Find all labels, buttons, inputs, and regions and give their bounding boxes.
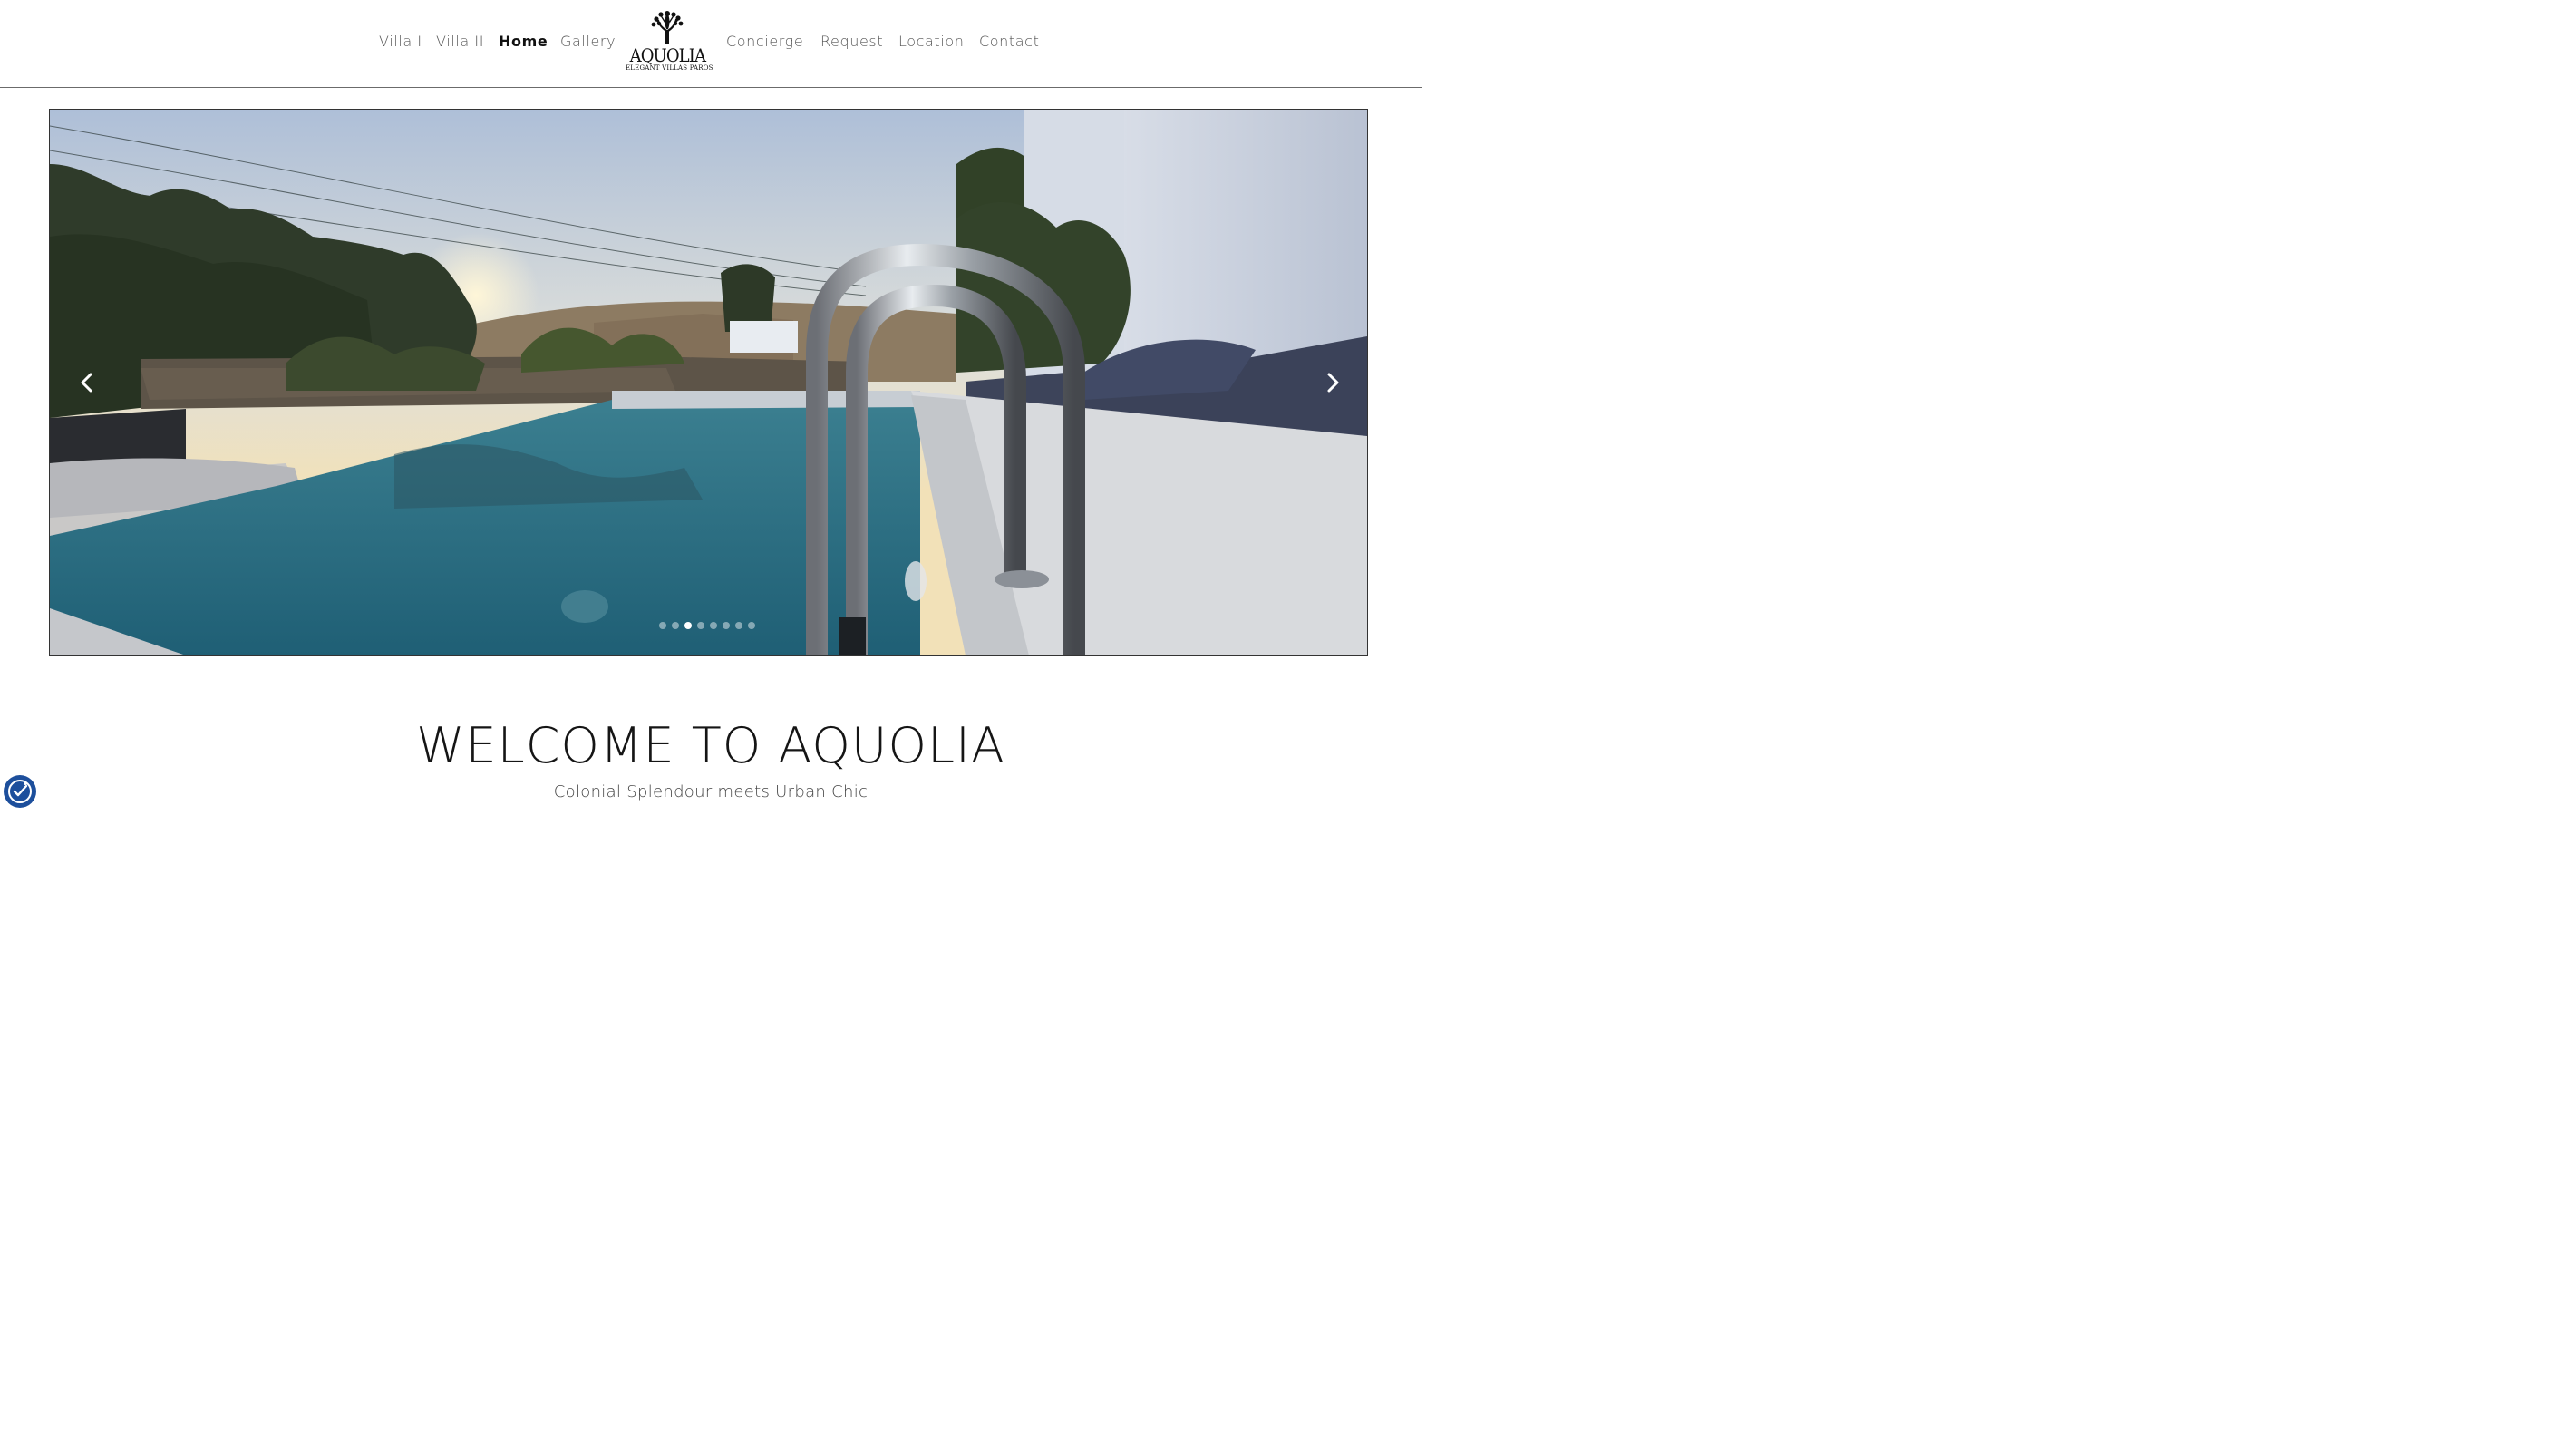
nav-gallery[interactable]: Gallery bbox=[560, 33, 616, 50]
site-header: Villa I Villa II Home Gallery AQUOLIA EL… bbox=[0, 0, 1422, 88]
slider-dot-active[interactable] bbox=[684, 622, 692, 629]
hero-image bbox=[50, 110, 1367, 655]
nav-home[interactable]: Home bbox=[499, 33, 548, 50]
welcome-tagline: Colonial Splendour meets Urban Chic bbox=[553, 782, 869, 801]
slider-dot[interactable] bbox=[735, 622, 742, 629]
accessibility-button[interactable] bbox=[4, 775, 36, 808]
nav-villa-1[interactable]: Villa I bbox=[379, 33, 422, 50]
slider-next-button[interactable] bbox=[1319, 369, 1346, 396]
slider-dot[interactable] bbox=[748, 622, 755, 629]
chevron-right-icon bbox=[1327, 373, 1339, 393]
nav-contact[interactable]: Contact bbox=[979, 33, 1039, 50]
nav-request[interactable]: Request bbox=[820, 33, 883, 50]
logo-wordmark: AQUOLIA bbox=[629, 44, 706, 66]
nav-villa-2[interactable]: Villa II bbox=[436, 33, 484, 50]
coral-tree-icon bbox=[651, 11, 684, 44]
site-logo[interactable]: AQUOLIA ELEGANT VILLAS PAROS bbox=[626, 11, 713, 78]
slider-dot[interactable] bbox=[659, 622, 666, 629]
hero-slider[interactable] bbox=[49, 109, 1368, 656]
nav-concierge[interactable]: Concierge bbox=[726, 33, 803, 50]
slider-pagination bbox=[659, 622, 755, 631]
slider-dot[interactable] bbox=[697, 622, 704, 629]
slider-dot[interactable] bbox=[723, 622, 730, 629]
slider-prev-button[interactable] bbox=[73, 369, 101, 396]
chevron-left-icon bbox=[81, 373, 92, 393]
welcome-heading: WELCOME TO AQUOLIA bbox=[416, 717, 1005, 774]
nav-location[interactable]: Location bbox=[898, 33, 964, 50]
accessibility-icon bbox=[8, 780, 32, 803]
slider-dot[interactable] bbox=[672, 622, 679, 629]
slider-dot[interactable] bbox=[710, 622, 717, 629]
